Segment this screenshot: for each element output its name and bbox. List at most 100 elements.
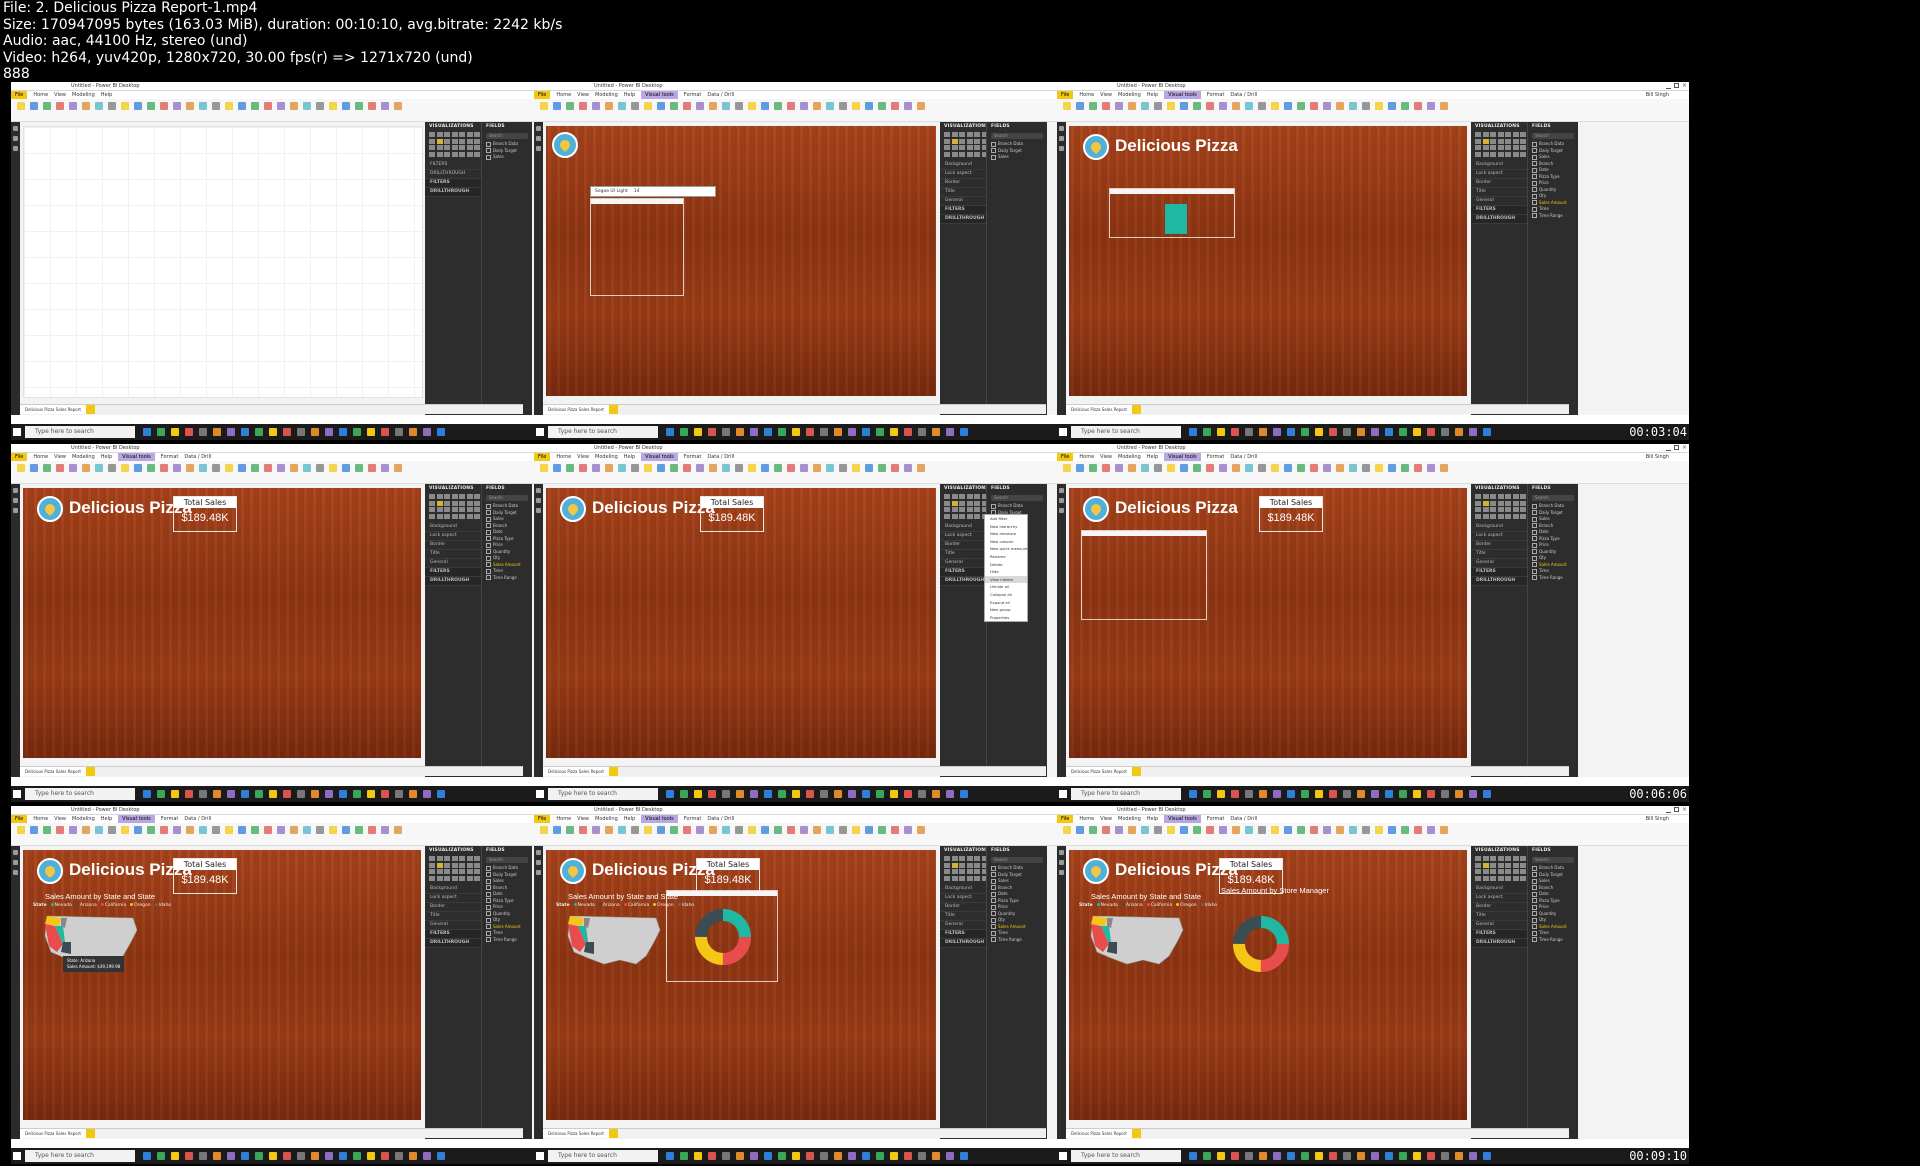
ribbon-tab-file[interactable]: File (1057, 91, 1074, 99)
taskbar-app-icon[interactable] (806, 428, 814, 436)
taskbar-app-icon[interactable] (255, 790, 263, 798)
visual-type-icon[interactable] (974, 507, 980, 512)
visual-type-icon[interactable] (1505, 869, 1511, 874)
ribbon-tab-format[interactable]: Format (161, 453, 179, 461)
maximize-icon[interactable] (1674, 83, 1679, 88)
font-size-select[interactable]: 14 (634, 189, 640, 194)
data-view-icon[interactable] (1059, 136, 1064, 141)
taskbar-search[interactable]: Type here to search (25, 426, 135, 438)
page-tab[interactable]: Delicious Pizza Sales Report (1066, 767, 1132, 776)
taskbar-app-icon[interactable] (1455, 790, 1463, 798)
ribbon-button[interactable] (891, 826, 899, 834)
ribbon-tab-home[interactable]: Home (556, 815, 571, 823)
ribbon-button[interactable] (69, 826, 77, 834)
taskbar-app-icon[interactable] (778, 790, 786, 798)
visual-type-icon[interactable] (944, 145, 950, 150)
taskbar-app-icon[interactable] (437, 1152, 445, 1160)
taskbar-app-icon[interactable] (736, 790, 744, 798)
format-property[interactable]: Border (1471, 903, 1535, 912)
ribbon-button[interactable] (342, 464, 350, 472)
visual-type-icon[interactable] (959, 145, 965, 150)
ribbon-button[interactable] (683, 464, 691, 472)
ribbon-button[interactable] (553, 826, 561, 834)
ribbon-button[interactable] (800, 464, 808, 472)
windows-start-icon[interactable] (13, 428, 21, 436)
us-map[interactable] (1087, 912, 1187, 970)
taskbar-app-icon[interactable] (1413, 790, 1421, 798)
visual-type-icon[interactable] (474, 856, 480, 861)
visual-type-icon[interactable] (1497, 513, 1504, 519)
ribbon-button[interactable] (787, 826, 795, 834)
ribbon-button[interactable] (540, 826, 548, 834)
ribbon-button[interactable] (1323, 464, 1331, 472)
ribbon-button[interactable] (826, 102, 834, 110)
taskbar-app-icon[interactable] (1399, 1152, 1407, 1160)
visual-type-icon[interactable] (944, 138, 950, 144)
ribbon-button[interactable] (1362, 464, 1370, 472)
visual-type-icon[interactable] (1512, 500, 1519, 506)
visual-type-gallery[interactable] (429, 494, 488, 519)
visual-type-icon[interactable] (1512, 869, 1519, 874)
taskbar-app-icon[interactable] (750, 1152, 758, 1160)
visual-type-icon[interactable] (429, 145, 435, 150)
taskbar-app-icon[interactable] (890, 1152, 898, 1160)
ribbon-button[interactable] (329, 826, 337, 834)
total-sales-card[interactable]: Total Sales $189.48K (173, 496, 237, 532)
visual-type-icon[interactable] (959, 869, 965, 874)
ribbon-button[interactable] (147, 102, 155, 110)
fields-search-input[interactable]: Search (486, 495, 528, 501)
taskbar-app-icon[interactable] (960, 1152, 968, 1160)
visual-type-icon[interactable] (951, 138, 958, 144)
taskbar-app-icon[interactable] (381, 428, 389, 436)
visual-type-icon[interactable] (459, 875, 465, 881)
visual-type-icon[interactable] (466, 513, 473, 519)
taskbar-app-icon[interactable] (1385, 1152, 1393, 1160)
report-view-icon[interactable] (536, 126, 541, 131)
taskbar-app-icon[interactable] (1217, 790, 1225, 798)
ribbon-button[interactable] (147, 464, 155, 472)
visual-type-icon[interactable] (459, 145, 465, 150)
ribbon-button[interactable] (774, 102, 782, 110)
ribbon-button[interactable] (1401, 826, 1409, 834)
taskbar-app-icon[interactable] (1315, 428, 1323, 436)
taskbar-app-icon[interactable] (1413, 428, 1421, 436)
ribbon-button[interactable] (173, 464, 181, 472)
taskbar-app-icon[interactable] (1273, 1152, 1281, 1160)
taskbar-app-icon[interactable] (241, 1152, 249, 1160)
taskbar-app-icon[interactable] (227, 428, 235, 436)
report-canvas[interactable]: Segoe UI Light 14 (546, 126, 936, 396)
ribbon-context-tab[interactable]: Visual tools (118, 815, 155, 823)
taskbar-app-icon[interactable] (171, 1152, 179, 1160)
visual-type-icon[interactable] (429, 132, 435, 137)
ribbon-tab-modeling[interactable]: Modeling (595, 453, 618, 461)
visual-type-icon[interactable] (1482, 500, 1489, 506)
visual-type-icon[interactable] (1497, 856, 1504, 861)
ribbon-button[interactable] (69, 464, 77, 472)
windows-start-icon[interactable] (13, 1152, 21, 1160)
ribbon-button[interactable] (303, 464, 311, 472)
visual-type-icon[interactable] (951, 869, 958, 874)
visual-type-icon[interactable] (1475, 151, 1481, 157)
total-sales-card[interactable]: Total Sales $189.48K (173, 858, 237, 894)
ribbon-button[interactable] (605, 826, 613, 834)
visual-type-icon[interactable] (966, 869, 973, 874)
ribbon-button[interactable] (1115, 464, 1123, 472)
ribbon-button[interactable] (618, 464, 626, 472)
total-sales-card[interactable]: Total Sales $189.48K (700, 496, 764, 532)
taskbar-app-icon[interactable] (862, 428, 870, 436)
taskbar-app-icon[interactable] (890, 428, 898, 436)
visual-type-icon[interactable] (966, 513, 973, 519)
visual-type-icon[interactable] (951, 500, 958, 506)
ribbon-button[interactable] (631, 102, 639, 110)
visual-type-icon[interactable] (1505, 500, 1511, 506)
visual-type-icon[interactable] (944, 869, 950, 874)
ribbon-tab-home[interactable]: Home (33, 453, 48, 461)
taskbar-app-icon[interactable] (409, 428, 417, 436)
taskbar-app-icon[interactable] (806, 790, 814, 798)
visual-type-icon[interactable] (474, 869, 480, 874)
visual-type-icon[interactable] (459, 513, 465, 519)
ribbon-button[interactable] (1128, 826, 1136, 834)
visual-type-icon[interactable] (974, 875, 980, 881)
context-menu-item[interactable]: New measure (985, 530, 1027, 538)
visual-type-icon[interactable] (959, 138, 965, 144)
